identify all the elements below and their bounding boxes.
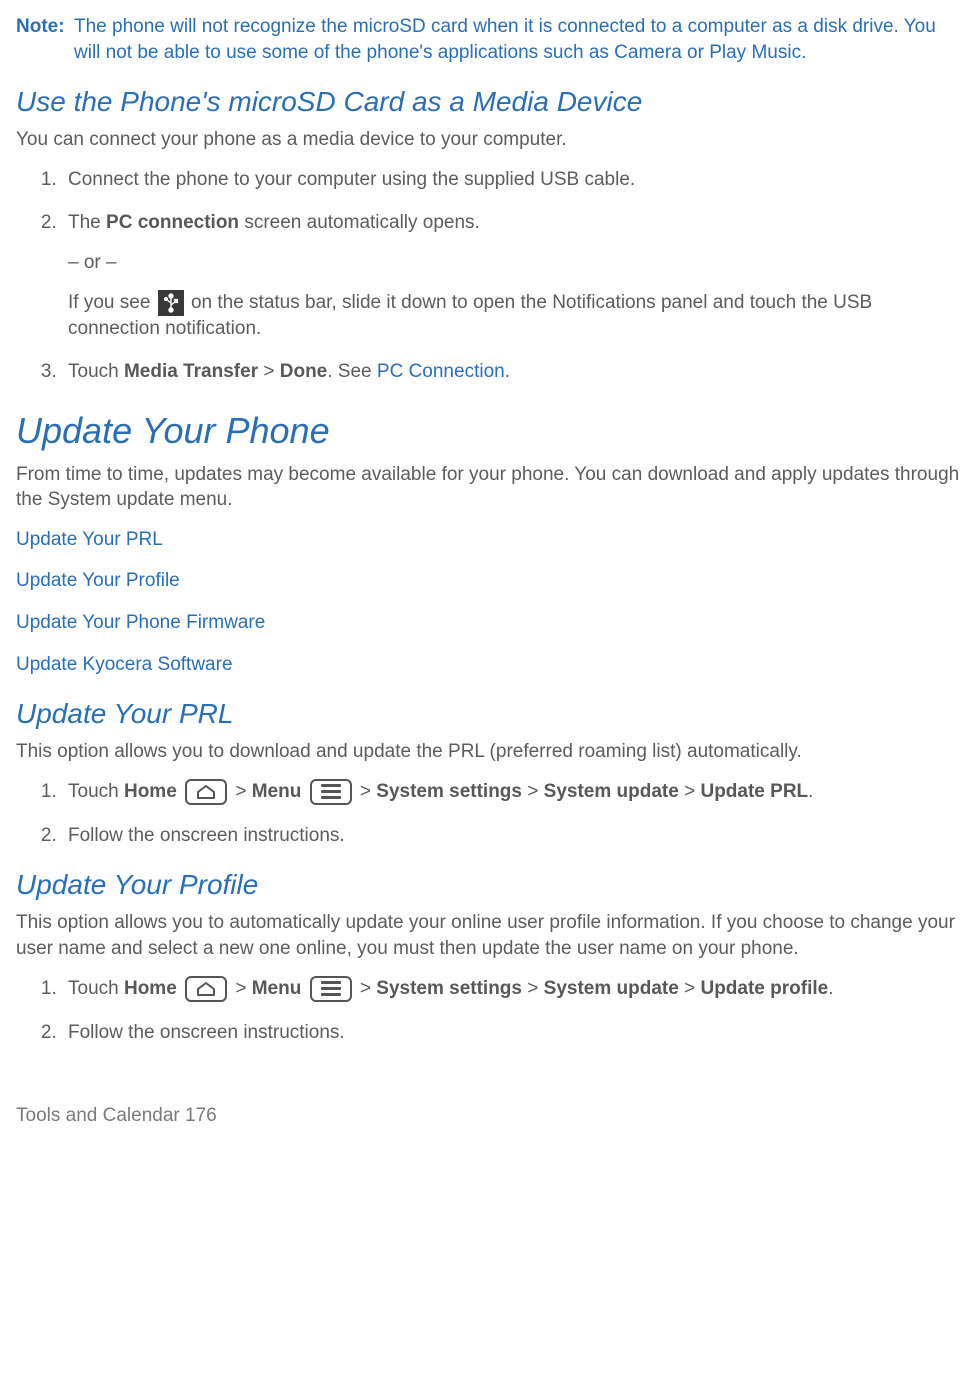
t: > xyxy=(355,978,377,999)
t: Menu xyxy=(252,978,302,999)
note-body: The phone will not recognize the microSD… xyxy=(74,14,961,65)
steps-update-prl: Touch Home > Menu > System settings > Sy… xyxy=(16,779,961,849)
t: Touch xyxy=(68,781,124,802)
heading-update-profile: Update Your Profile xyxy=(16,866,961,904)
list-item: Touch Home > Menu > System settings > Sy… xyxy=(62,976,961,1002)
t: Menu xyxy=(252,781,302,802)
step-text: Follow the onscreen instructions. xyxy=(68,1022,345,1043)
t: System update xyxy=(544,978,679,999)
usb-icon xyxy=(158,290,184,316)
note-label: Note: xyxy=(16,14,74,65)
t: > xyxy=(258,361,280,382)
t: . See xyxy=(327,361,377,382)
home-icon xyxy=(185,779,227,805)
heading-media-device: Use the Phone's microSD Card as a Media … xyxy=(16,83,961,121)
menu-icon xyxy=(310,976,352,1002)
footer-page-number: 176 xyxy=(185,1105,217,1126)
link-update-profile[interactable]: Update Your Profile xyxy=(16,570,180,591)
t: > xyxy=(230,978,252,999)
update-toc: Update Your PRL Update Your Profile Upda… xyxy=(16,527,961,678)
t: Touch xyxy=(68,978,124,999)
menu-icon xyxy=(310,779,352,805)
t: Media Transfer xyxy=(124,361,258,382)
t: > xyxy=(522,978,544,999)
step-text-bold: PC connection xyxy=(106,212,239,233)
link-pc-connection[interactable]: PC Connection xyxy=(377,361,505,382)
step-text-pre: The xyxy=(68,212,106,233)
list-item: Follow the onscreen instructions. xyxy=(62,1020,961,1046)
t: System settings xyxy=(376,781,522,802)
intro-update-prl: This option allows you to download and u… xyxy=(16,739,961,765)
step-alt-pre: If you see xyxy=(68,292,156,313)
link-update-firmware[interactable]: Update Your Phone Firmware xyxy=(16,612,265,633)
t: Home xyxy=(124,978,177,999)
link-update-kyocera[interactable]: Update Kyocera Software xyxy=(16,654,233,675)
steps-update-profile: Touch Home > Menu > System settings > Sy… xyxy=(16,976,961,1046)
t: System settings xyxy=(376,978,522,999)
list-item: Touch Home > Menu > System settings > Sy… xyxy=(62,779,961,805)
t: > xyxy=(230,781,252,802)
intro-update-profile: This option allows you to automatically … xyxy=(16,910,961,961)
intro-media-device: You can connect your phone as a media de… xyxy=(16,127,961,153)
t: System update xyxy=(544,781,679,802)
list-item: Follow the onscreen instructions. xyxy=(62,823,961,849)
note-callout: Note: The phone will not recognize the m… xyxy=(16,14,961,65)
heading-update-phone: Update Your Phone xyxy=(16,407,961,456)
t: > xyxy=(679,978,701,999)
t: . xyxy=(808,781,813,802)
link-update-prl[interactable]: Update Your PRL xyxy=(16,529,163,550)
t: > xyxy=(355,781,377,802)
list-item: The PC connection screen automatically o… xyxy=(62,210,961,341)
list-item: Connect the phone to your computer using… xyxy=(62,167,961,193)
t: Home xyxy=(124,781,177,802)
t: Done xyxy=(280,361,328,382)
t: > xyxy=(679,781,701,802)
steps-media-device: Connect the phone to your computer using… xyxy=(16,167,961,385)
t: > xyxy=(522,781,544,802)
heading-update-prl: Update Your PRL xyxy=(16,695,961,733)
t: . xyxy=(828,978,833,999)
step-alt: If you see on the status bar, slide it d… xyxy=(68,290,961,342)
intro-update-phone: From time to time, updates may become av… xyxy=(16,462,961,513)
page-footer: Tools and Calendar 176 xyxy=(16,1103,961,1129)
step-or: – or – xyxy=(68,250,961,276)
list-item: Touch Media Transfer > Done. See PC Conn… xyxy=(62,359,961,385)
step-text: Connect the phone to your computer using… xyxy=(68,169,635,190)
step-alt-post: on the status bar, slide it down to open… xyxy=(68,292,872,339)
t: . xyxy=(505,361,510,382)
step-text: Follow the onscreen instructions. xyxy=(68,825,345,846)
t: Update PRL xyxy=(700,781,808,802)
footer-section: Tools and Calendar xyxy=(16,1105,180,1126)
step-text-post: screen automatically opens. xyxy=(239,212,480,233)
t: Touch xyxy=(68,361,124,382)
t: Update profile xyxy=(700,978,828,999)
home-icon xyxy=(185,976,227,1002)
